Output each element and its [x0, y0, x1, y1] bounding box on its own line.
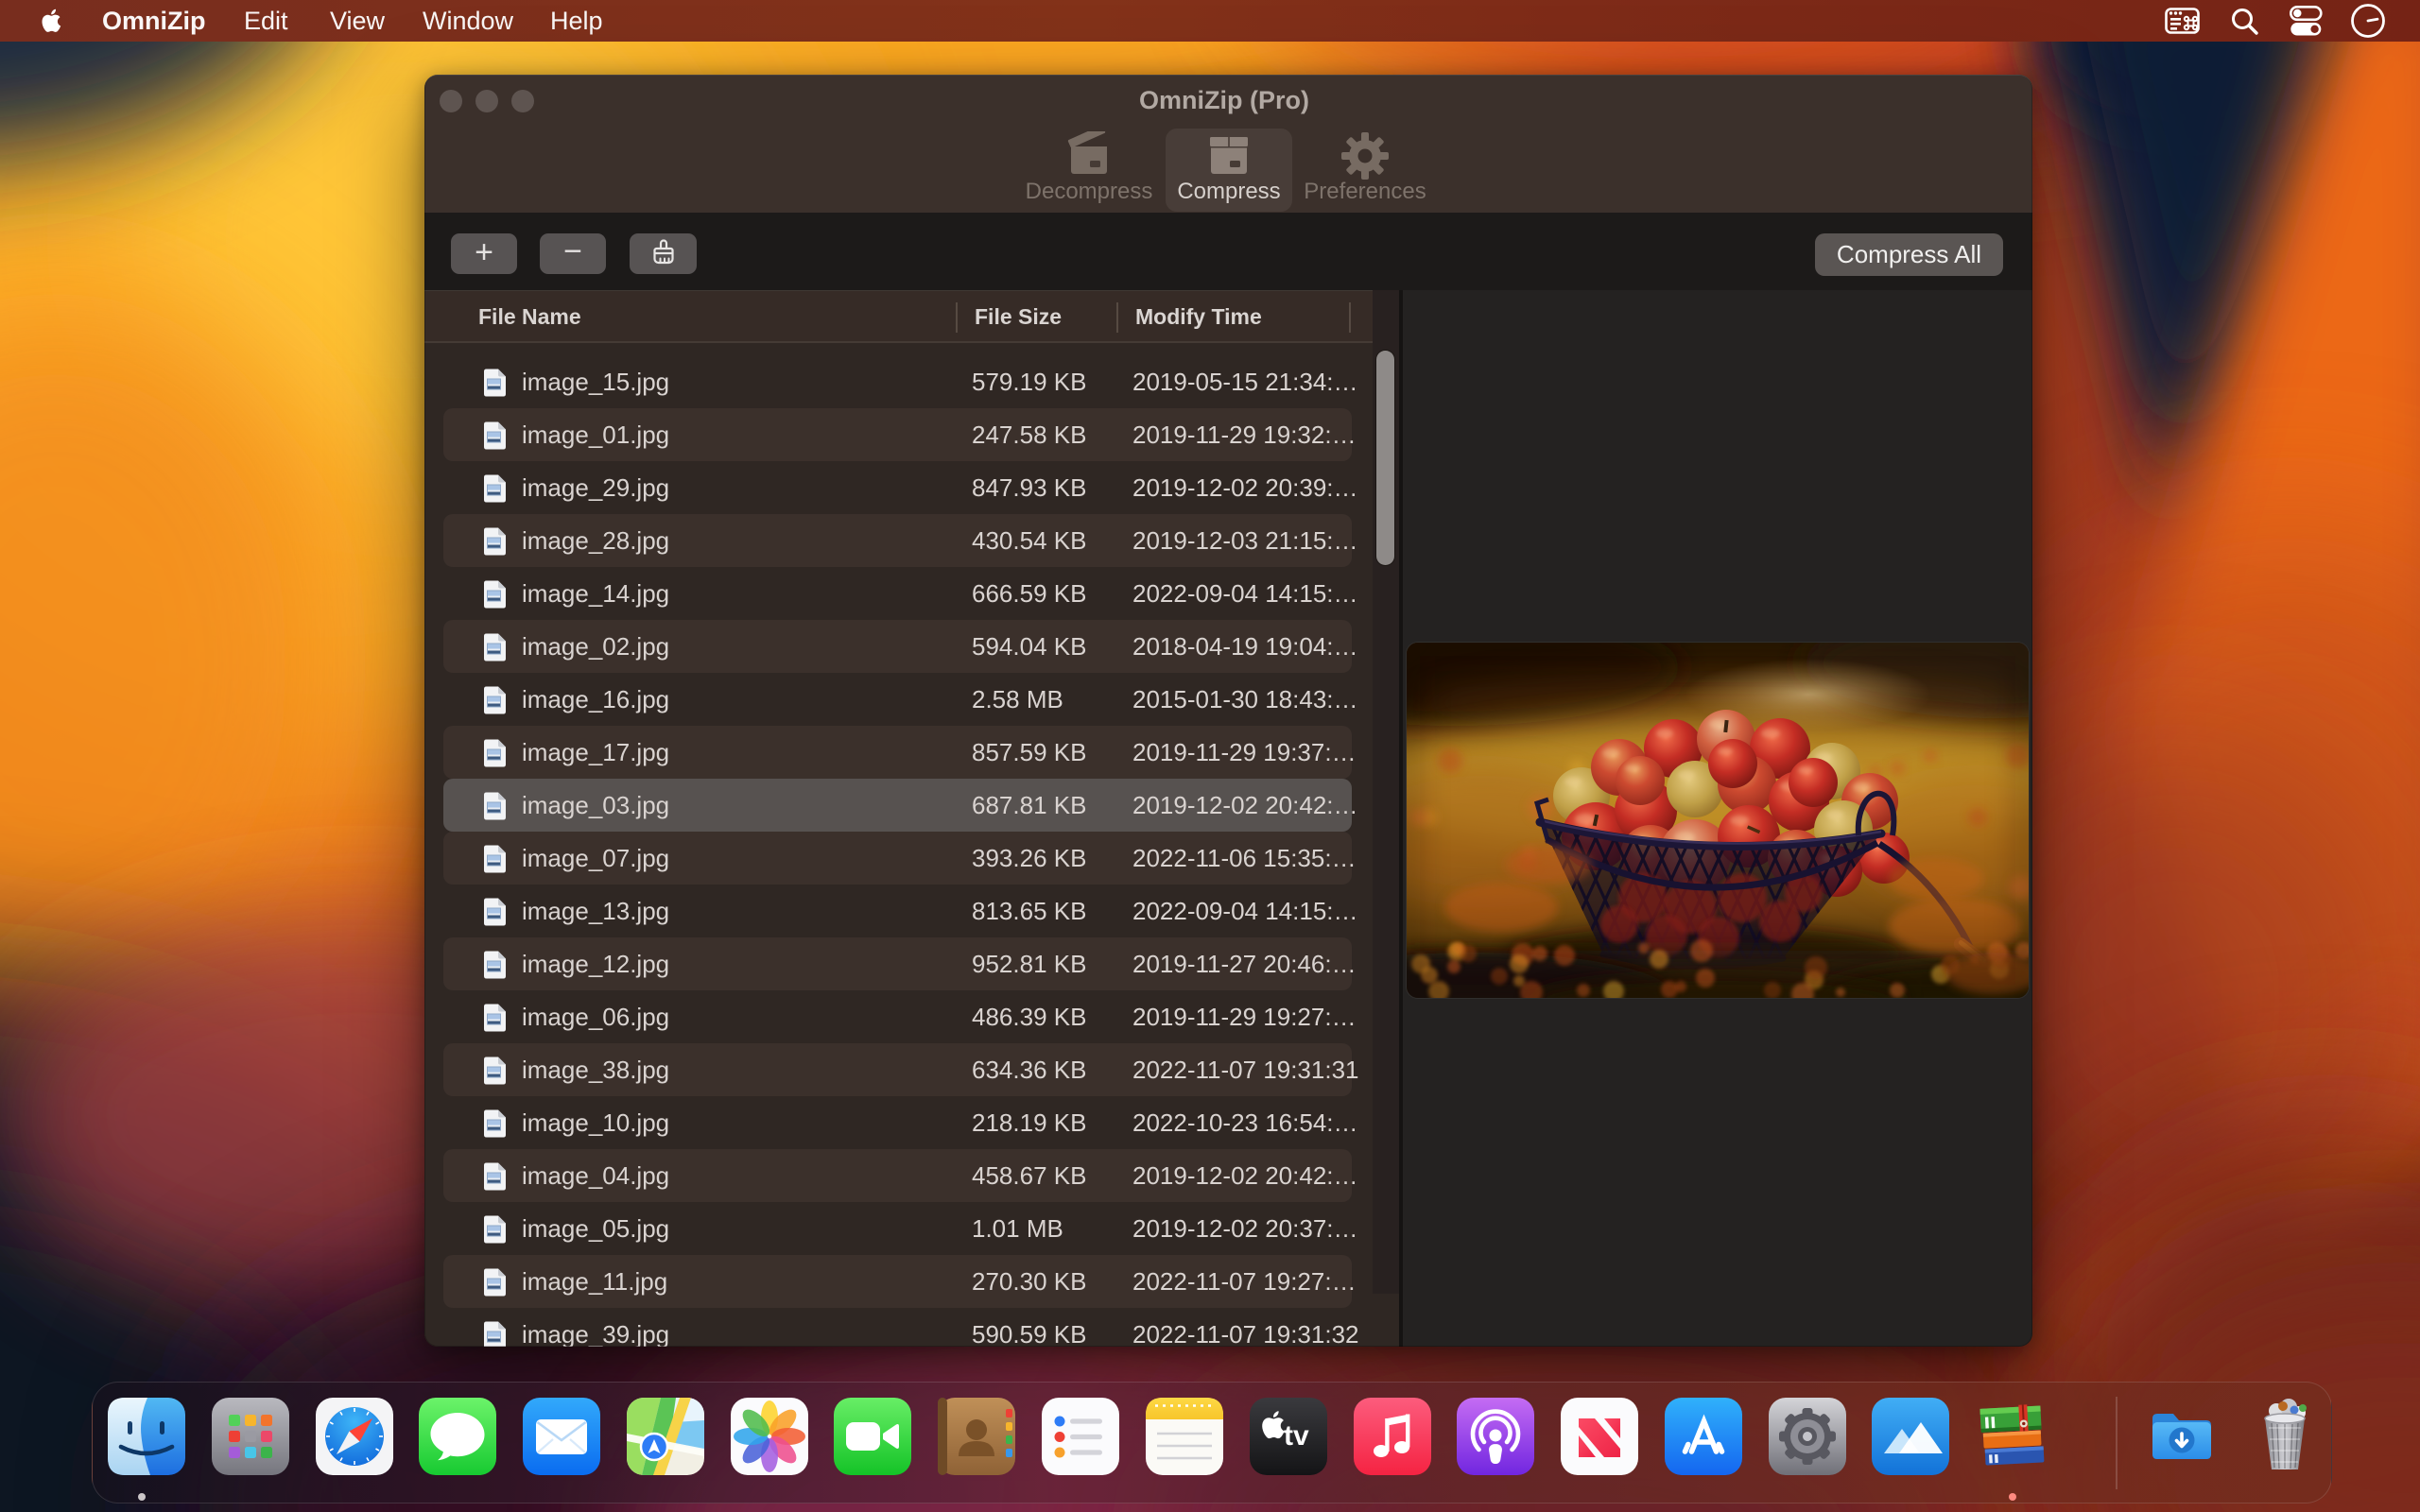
svg-text:tv: tv: [1284, 1420, 1309, 1452]
